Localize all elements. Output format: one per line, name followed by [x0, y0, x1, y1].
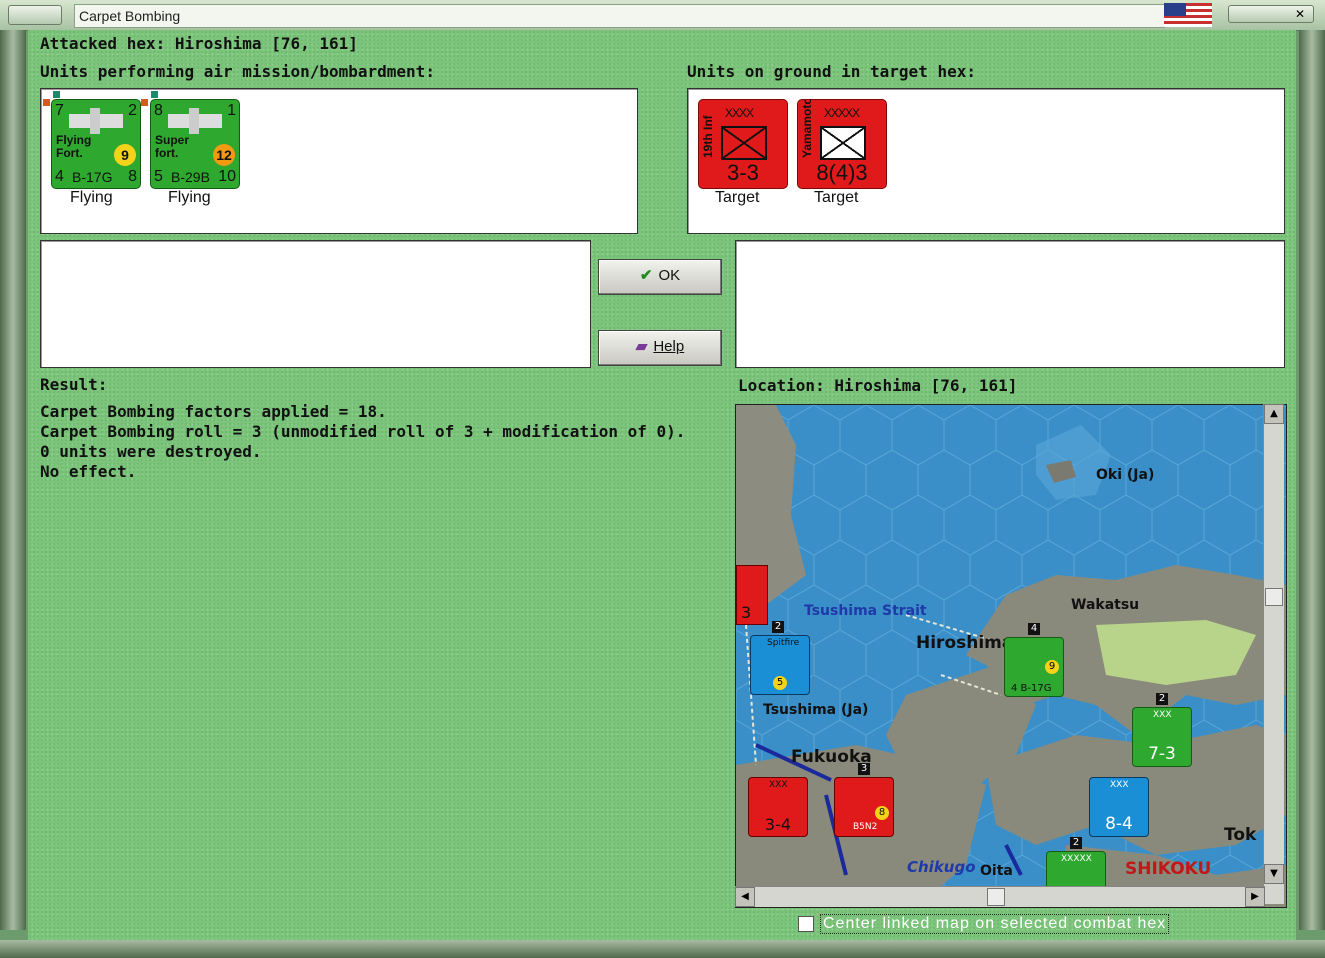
attacker-result-box — [40, 240, 591, 368]
unit-status-label: Target — [814, 189, 859, 206]
range-badge: 9 — [114, 144, 136, 166]
map-counter-b17g[interactable]: 4 B-17G 9 — [1004, 637, 1064, 697]
map-counter-red-infantry[interactable]: XXX 3-4 — [748, 777, 808, 837]
left-border — [0, 30, 26, 930]
result-label: Result: — [40, 375, 108, 394]
attacked-hex-label: Attacked hex: Hiroshima [76, 161] — [40, 34, 358, 53]
right-border — [1299, 30, 1325, 930]
hex-map[interactable]: Oki (Ja) Tsushima Strait Wakatsu Hiroshi… — [735, 404, 1287, 908]
unit-status-label: Flying — [168, 189, 211, 206]
bomber-icon — [62, 108, 130, 134]
map-counter-red-aircraft[interactable]: B5N2 8 — [834, 777, 894, 837]
map-label-shikoku: SHIKOKU — [1125, 859, 1212, 879]
infantry-symbol-icon — [721, 126, 767, 160]
attackers-label: Units performing air mission/bombardment… — [40, 62, 435, 81]
map-label-wakatsu: Wakatsu — [1071, 597, 1140, 613]
map-vertical-scrollbar[interactable]: ▲ ▼ — [1263, 404, 1284, 904]
dialog-content: Attacked hex: Hiroshima [76, 161] Units … — [28, 30, 1296, 940]
center-map-label: Center linked map on selected combat hex — [820, 914, 1170, 934]
title-bar: Carpet Bombing ✕ — [0, 0, 1325, 31]
status-dot — [43, 99, 50, 106]
map-counter-aus[interactable]: XXX 8-4 — [1089, 777, 1149, 837]
center-map-checkbox[interactable] — [798, 916, 814, 932]
stack-count: 4 — [1028, 623, 1040, 635]
map-counter-red-edge[interactable]: 3 — [736, 565, 768, 625]
map-label-tok: Tok — [1224, 825, 1257, 845]
status-dot — [53, 91, 60, 98]
map-label-oita: Oita — [980, 863, 1013, 879]
scroll-thumb[interactable] — [1265, 588, 1283, 606]
defenders-list: XXXX 19th Inf 3-3 Target XXXXX Yamamoto … — [687, 88, 1285, 234]
bottom-border — [0, 940, 1325, 958]
map-label-hiroshima: Hiroshima — [916, 633, 1014, 653]
result-text: Carpet Bombing factors applied = 18. Car… — [40, 402, 686, 481]
stack-count: 2 — [1070, 837, 1082, 849]
ok-button[interactable]: ✔ OK — [598, 259, 722, 295]
map-label-tsushima-strait: Tsushima Strait — [804, 603, 927, 619]
hq-symbol-icon — [820, 126, 866, 160]
unit-counter-b29b[interactable]: 8 1 Super fort. 12 5 B-29B 10 — [150, 99, 240, 189]
window-frame: Carpet Bombing ✕ Attacked hex: Hiroshima… — [0, 0, 1325, 958]
center-map-option[interactable]: Center linked map on selected combat hex — [798, 914, 1170, 936]
stack-count: 2 — [772, 621, 784, 633]
defenders-label: Units on ground in target hex: — [687, 62, 976, 81]
scroll-thumb[interactable] — [987, 888, 1005, 906]
unit-counter-yamamoto[interactable]: XXXXX Yamamoto 8(4)3 — [797, 99, 887, 189]
map-label-chikugo: Chikugo — [907, 858, 976, 876]
map-label-oki: Oki (Ja) — [1096, 467, 1155, 483]
system-menu-button[interactable] — [8, 5, 62, 25]
status-dot — [141, 99, 148, 106]
help-button[interactable]: ▰ Help — [598, 330, 722, 366]
status-dot — [151, 91, 158, 98]
range-badge: 12 — [213, 144, 235, 166]
book-icon: ▰ — [635, 338, 648, 355]
scroll-right-arrow-icon[interactable]: ▶ — [1245, 887, 1265, 907]
map-counter-spitfire[interactable]: Spitfire 5 — [750, 635, 810, 695]
bomber-icon — [161, 108, 229, 134]
window-title: Carpet Bombing — [74, 4, 1165, 28]
scroll-up-arrow-icon[interactable]: ▲ — [1264, 404, 1284, 424]
defender-result-box — [735, 240, 1285, 368]
scroll-down-arrow-icon[interactable]: ▼ — [1264, 864, 1284, 884]
stack-count: 2 — [1156, 693, 1168, 705]
unit-status-label: Target — [715, 189, 760, 206]
attackers-list: 7 2 Flying Fort. 9 4 B-17G 8 Flying 8 1 S… — [40, 88, 638, 234]
scroll-left-arrow-icon[interactable]: ◀ — [735, 887, 755, 907]
us-flag-icon — [1164, 3, 1212, 27]
unit-status-label: Flying — [70, 189, 113, 206]
map-counter-marine[interactable]: XXX 7-3 — [1132, 707, 1192, 767]
close-button[interactable]: ✕ — [1228, 5, 1314, 23]
unit-counter-b17g[interactable]: 7 2 Flying Fort. 9 4 B-17G 8 — [51, 99, 141, 189]
location-label: Location: Hiroshima [76, 161] — [738, 376, 1018, 395]
map-label-tsushima: Tsushima (Ja) — [763, 702, 869, 718]
unit-counter-19th-inf[interactable]: XXXX 19th Inf 3-3 — [698, 99, 788, 189]
stack-count: 3 — [858, 763, 870, 775]
checkmark-icon: ✔ — [639, 267, 653, 284]
map-horizontal-scrollbar[interactable]: ◀ ▶ — [735, 886, 1265, 907]
